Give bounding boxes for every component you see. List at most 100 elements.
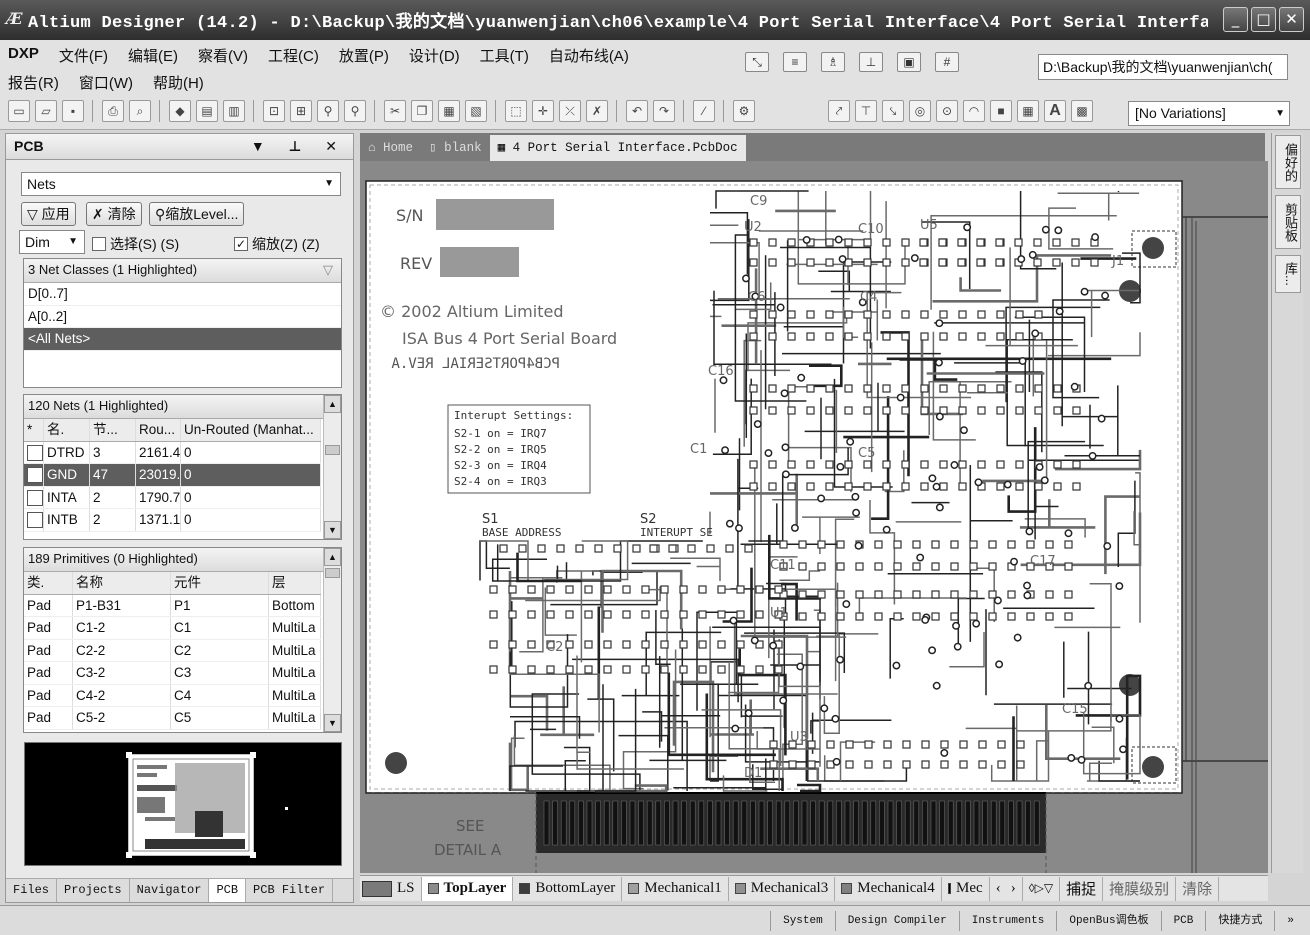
menu-view[interactable]: 察看(V) — [198, 45, 248, 66]
scroll-thumb[interactable] — [325, 445, 340, 455]
layer-set-button[interactable]: LS — [360, 876, 422, 901]
zoom-checkbox[interactable]: ✓ 缩放(Z) (Z) — [234, 234, 320, 254]
deselect-icon[interactable]: ⤫ — [559, 100, 581, 122]
scroll-up-icon[interactable]: ▲ — [324, 395, 341, 413]
zoom-checkbox-box[interactable]: ✓ — [234, 237, 248, 251]
menu-reports[interactable]: 报告(R) — [8, 72, 59, 93]
copy-icon[interactable]: ❐ — [411, 100, 433, 122]
tab-clipboard[interactable]: 剪贴板 — [1275, 195, 1301, 249]
menu-tools[interactable]: 工具(T) — [480, 45, 529, 66]
menu-help[interactable]: 帮助(H) — [153, 72, 204, 93]
row-checkbox[interactable] — [27, 467, 43, 483]
interactive-route-icon[interactable]: ⤤ — [828, 100, 850, 122]
mask-filter-icon[interactable]: ◊▷▽ — [1023, 876, 1061, 901]
variations-combo[interactable]: [No Variations] ▼ — [1128, 101, 1290, 126]
pcb-canvas[interactable]: S/N REV © 2002 Altium Limited ISA Bus 4 … — [360, 161, 1268, 873]
layer-tab-bottomlayer[interactable]: BottomLayer — [513, 876, 623, 901]
tab-pcb-filter[interactable]: PCB Filter — [246, 879, 334, 902]
clear-icon[interactable]: ✗ — [586, 100, 608, 122]
status-shortcuts[interactable]: 快捷方式 — [1205, 911, 1274, 931]
status-openbus[interactable]: OpenBus调色板 — [1056, 911, 1160, 931]
cut-icon[interactable]: ✂ — [384, 100, 406, 122]
clear-mask-button[interactable]: 清除 — [1176, 876, 1220, 901]
select-area-icon[interactable]: ⬚ — [505, 100, 527, 122]
close-button[interactable]: ✕ — [1279, 7, 1304, 32]
zoom-fit-icon[interactable]: ⊡ — [263, 100, 285, 122]
menu-window[interactable]: 窗口(W) — [79, 72, 133, 93]
table-row[interactable]: INTA 2 1790.7 0 — [24, 486, 321, 509]
dimension-tool-icon[interactable]: ⊥ — [859, 52, 883, 72]
zoom-filtered-icon[interactable]: ⚲ — [344, 100, 366, 122]
menu-edit[interactable]: 编辑(E) — [128, 45, 178, 66]
paste-icon[interactable]: ▦ — [438, 100, 460, 122]
tab-home[interactable]: ⌂ Home — [360, 135, 421, 161]
rubber-stamp-icon[interactable]: ▧ — [465, 100, 487, 122]
new-file-icon[interactable]: ▭ — [8, 100, 30, 122]
string-icon[interactable]: A — [1044, 100, 1066, 122]
tab-favorites[interactable]: 偏好的 — [1275, 135, 1301, 189]
status-design-compiler[interactable]: Design Compiler — [834, 911, 959, 931]
align-tool-icon[interactable]: ≡ — [783, 52, 807, 72]
panel-controls[interactable]: ▼ ⊥ ✕ — [251, 134, 347, 158]
diff-pair-route-icon[interactable]: ⊤ — [855, 100, 877, 122]
column-header[interactable]: 节... — [90, 419, 136, 441]
menu-design[interactable]: 设计(D) — [409, 45, 460, 66]
select-checkbox-box[interactable] — [92, 237, 106, 251]
table-row[interactable]: Pad C2-2 C2 MultiLa — [24, 639, 321, 662]
zoom-area-icon[interactable]: ⊞ — [290, 100, 312, 122]
column-header[interactable]: 元件 — [171, 572, 269, 594]
board-view-icon[interactable]: ▤ — [196, 100, 218, 122]
table-row[interactable]: GND 47 23019. 0 — [24, 464, 321, 487]
table-row[interactable]: Pad P1-B31 P1 Bottom — [24, 594, 321, 617]
panel-mode-select[interactable]: Nets ▼ — [21, 172, 341, 196]
menu-project[interactable]: 工程(C) — [268, 45, 319, 66]
altium-app-icon[interactable]: Æ — [6, 9, 28, 31]
status-system[interactable]: System — [770, 911, 835, 931]
tab-libraries[interactable]: 库... — [1275, 255, 1301, 293]
undo-icon[interactable]: ↶ — [626, 100, 648, 122]
project-path-combo[interactable]: D:\Backup\我的文档\yuanwenjian\ch( — [1038, 54, 1288, 80]
status-pcb[interactable]: PCB — [1160, 911, 1206, 931]
clear-button[interactable]: ✗ 清除 — [86, 202, 142, 226]
list-item[interactable]: D[0..7] — [24, 283, 341, 306]
tab-files[interactable]: Files — [6, 879, 58, 902]
dim-mode-select[interactable]: Dim ▼ — [19, 230, 85, 254]
room-tool-icon[interactable]: ▣ — [897, 52, 921, 72]
row-checkbox[interactable] — [27, 512, 43, 528]
layout-icon[interactable]: ▥ — [223, 100, 245, 122]
move-icon[interactable]: ✛ — [532, 100, 554, 122]
apply-button[interactable]: ▽ 应用 — [21, 202, 76, 226]
expand-status-icon[interactable]: » — [1274, 911, 1306, 931]
mask-level-button[interactable]: 掩膜级别 — [1103, 876, 1177, 901]
multi-route-icon[interactable]: ⤥ — [882, 100, 904, 122]
row-checkbox[interactable] — [27, 444, 43, 461]
row-checkbox[interactable] — [27, 489, 43, 506]
board-minimap[interactable] — [24, 742, 342, 866]
3d-view-icon[interactable]: ◆ — [169, 100, 191, 122]
zoom-level-button[interactable]: ⚲缩放Level... — [149, 202, 245, 226]
column-header[interactable]: 名称 — [73, 572, 171, 594]
menu-file[interactable]: 文件(F) — [59, 45, 108, 66]
column-header[interactable]: 名. — [44, 419, 90, 441]
layer-tab-mechanical1[interactable]: Mechanical1 — [622, 876, 729, 901]
route-tool-icon[interactable]: ⤡ — [745, 52, 769, 72]
list-item[interactable]: A[0..2] — [24, 306, 341, 328]
table-row[interactable]: INTB 2 1371.1 0 — [24, 509, 321, 532]
layer-tab-mechanical3[interactable]: Mechanical3 — [729, 876, 836, 901]
component-icon[interactable]: ▩ — [1071, 100, 1093, 122]
scroll-down-icon[interactable]: ▼ — [324, 521, 341, 539]
primitives-scrollbar[interactable]: ▲ ▼ — [323, 548, 341, 732]
print-icon[interactable]: ⎙ — [102, 100, 124, 122]
status-instruments[interactable]: Instruments — [958, 911, 1057, 931]
list-item[interactable]: <All Nets> — [24, 328, 341, 351]
grid-tool-icon[interactable]: # — [935, 52, 959, 72]
menu-dxp[interactable]: DXP — [8, 45, 39, 66]
column-header[interactable]: Un-Routed (Manhat... — [181, 419, 321, 441]
fill-icon[interactable]: ■ — [990, 100, 1012, 122]
scroll-thumb[interactable] — [325, 568, 340, 578]
chevron-left-icon[interactable]: ‹ — [996, 880, 1001, 897]
table-row[interactable]: DTRD 3 2161.4 0 — [24, 441, 321, 464]
redo-icon[interactable]: ↷ — [653, 100, 675, 122]
net-classes-header[interactable]: 3 Net Classes (1 Highlighted) ▽ — [24, 259, 341, 283]
polygon-icon[interactable]: ▦ — [1017, 100, 1039, 122]
